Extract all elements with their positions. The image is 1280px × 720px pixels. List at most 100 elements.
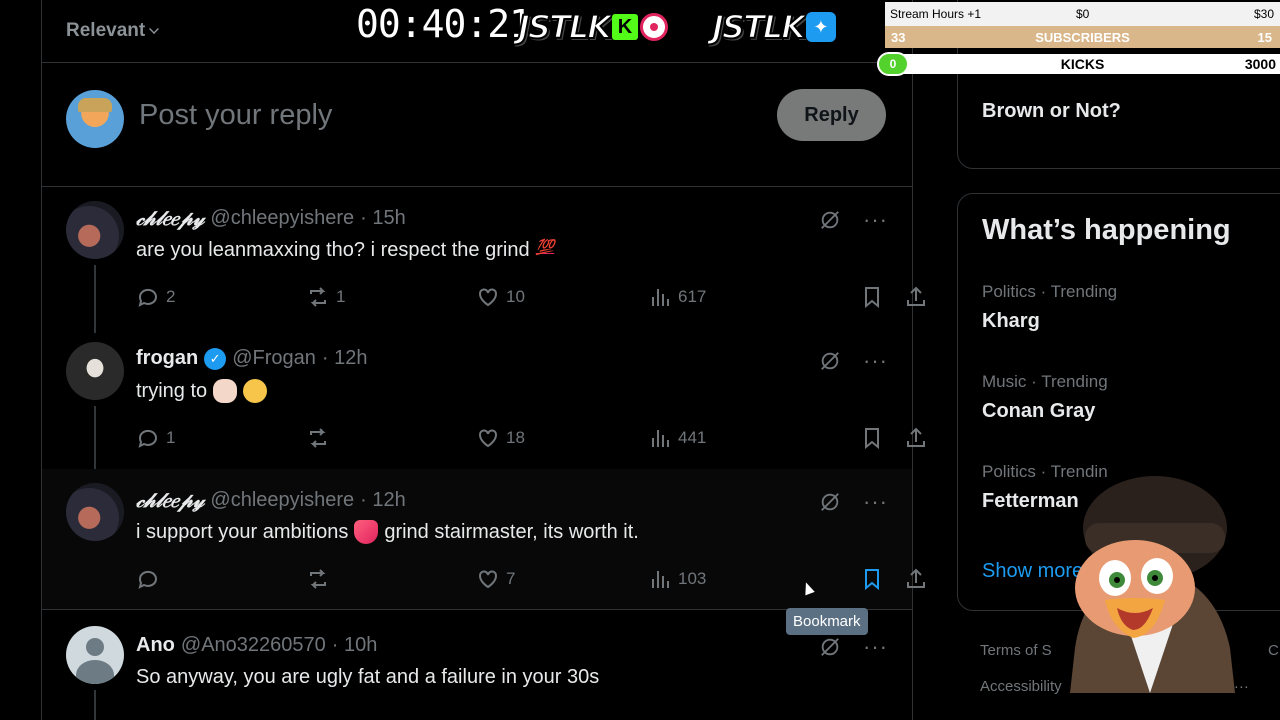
more-options-icon[interactable]: ···: [863, 636, 888, 658]
more-options-icon[interactable]: ···: [863, 209, 888, 231]
bookmark-icon: [865, 569, 879, 591]
tweet-header: 𝒸𝒽𝓁𝑒𝑒𝓅𝓎 @chleepyishere · 15h: [136, 206, 406, 230]
tweet[interactable]: frogan ✓ @Frogan · 12h trying to ··· 1 1…: [42, 328, 925, 472]
jstlk-twitter-logo: JSTLK ✦: [711, 7, 836, 47]
trend-category: Music · Trending: [982, 372, 1108, 391]
subscribers-goal: 15: [1257, 29, 1272, 45]
analytics-icon: [652, 289, 669, 306]
timestamp[interactable]: · 15h: [360, 207, 406, 230]
grok-icon[interactable]: [819, 350, 841, 372]
tweet-top-icons: ···: [819, 209, 888, 231]
tweet-text-content: i support your ambitions: [136, 520, 349, 543]
trend-topic: Conan Gray: [982, 400, 1096, 422]
logo-text: JSTLK: [517, 7, 613, 47]
kicks-label: KICKS: [1060, 56, 1105, 72]
reply-input[interactable]: Post your reply: [139, 99, 332, 132]
grok-icon[interactable]: [819, 209, 841, 231]
trend-item-brown-or-not[interactable]: Brown or Not?: [982, 100, 1121, 123]
share-icon: [907, 286, 925, 306]
view-count: 617: [678, 287, 707, 306]
bookmark-icon: [865, 287, 879, 309]
record-icon: [639, 13, 668, 41]
tweet-text-content-2: grind stairmaster, its worth it.: [384, 520, 639, 543]
repost-icon: [310, 287, 326, 307]
stream-timer: 00:40:21: [356, 2, 532, 46]
views-action[interactable]: 441: [648, 426, 706, 450]
author-name[interactable]: 𝒸𝒽𝓁𝑒𝑒𝓅𝓎: [136, 206, 204, 230]
author-handle[interactable]: @Ano32260570: [181, 634, 326, 657]
share-action[interactable]: [904, 285, 928, 309]
tweet-actions: 2 1 10 617: [136, 285, 925, 309]
timestamp[interactable]: · 12h: [360, 489, 406, 512]
logo-text: JSTLK: [711, 7, 807, 47]
footer-link-cookie[interactable]: C: [1268, 642, 1279, 659]
reply-action[interactable]: 2: [136, 285, 175, 309]
like-count: 18: [506, 428, 525, 447]
author-handle[interactable]: @Frogan: [232, 347, 316, 370]
author-name[interactable]: 𝒸𝒽𝓁𝑒𝑒𝓅𝓎: [136, 488, 204, 512]
more-options-icon[interactable]: ···: [863, 491, 888, 513]
share-icon: [907, 427, 925, 447]
thread-line: [94, 265, 96, 333]
money-goal: $30: [1253, 7, 1274, 21]
trend-category: Politics · Trending: [982, 282, 1118, 301]
sort-dropdown[interactable]: Relevant: [66, 20, 160, 42]
tweet-top-icons: ···: [819, 491, 888, 513]
repost-icon: [310, 569, 326, 589]
reply-action[interactable]: [136, 567, 166, 591]
like-action[interactable]: 18: [476, 426, 525, 450]
author-name[interactable]: frogan: [136, 347, 198, 370]
tweet[interactable]: 𝒸𝒽𝓁𝑒𝑒𝓅𝓎 @chleepyishere · 15h are you lea…: [42, 187, 925, 333]
avatar[interactable]: [66, 342, 124, 400]
kicks-goal: 3000: [1244, 56, 1276, 72]
timestamp[interactable]: · 12h: [322, 347, 368, 370]
tweet-text-content: trying to: [136, 379, 208, 402]
author-handle[interactable]: @chleepyishere: [210, 207, 354, 230]
footer-link-terms[interactable]: Terms of S: [980, 642, 1052, 659]
reply-action[interactable]: 1: [136, 426, 175, 450]
kick-icon: K: [611, 14, 638, 40]
kicks-row: KICKS 3000: [885, 54, 1280, 74]
tweet[interactable]: 𝒸𝒽𝓁𝑒𝑒𝓅𝓎 @chleepyishere · 12h i support y…: [42, 469, 925, 610]
reply-count: 2: [166, 287, 176, 306]
avatar[interactable]: [66, 626, 124, 684]
subscribers-label: SUBSCRIBERS: [1035, 29, 1130, 45]
repost-action[interactable]: [306, 567, 336, 591]
bookmark-action[interactable]: [860, 567, 884, 591]
grok-icon[interactable]: [819, 491, 841, 513]
repost-action[interactable]: [306, 426, 336, 450]
subscribers-count: 33: [891, 29, 906, 45]
bookmark-icon: [865, 428, 879, 450]
views-action[interactable]: 103: [648, 567, 706, 591]
grok-icon[interactable]: [819, 636, 841, 658]
share-icon: [907, 568, 925, 588]
heart-icon: [479, 429, 497, 448]
avatar[interactable]: [66, 201, 124, 259]
repost-action[interactable]: 1: [306, 285, 345, 309]
kicks-count-badge: 0: [877, 52, 909, 76]
tweet[interactable]: Ano @Ano32260570 · 10h So anyway, you ar…: [42, 612, 912, 720]
bookmark-action[interactable]: [860, 426, 884, 450]
timestamp[interactable]: · 10h: [332, 634, 378, 657]
more-options-icon[interactable]: ···: [863, 350, 888, 372]
share-action[interactable]: [904, 426, 928, 450]
raised-fist-emoji-icon: [213, 379, 238, 403]
bookmark-action[interactable]: [860, 285, 884, 309]
money-current: $0: [1076, 7, 1090, 21]
like-action[interactable]: 7: [476, 567, 515, 591]
author-name[interactable]: Ano: [136, 634, 175, 657]
like-action[interactable]: 10: [476, 285, 525, 309]
reply-button[interactable]: Reply: [777, 89, 886, 141]
trend-item[interactable]: Politics · Trending Kharg: [982, 282, 1117, 333]
tweet-text: So anyway, you are ugly fat and a failur…: [136, 666, 599, 689]
views-action[interactable]: 617: [648, 285, 706, 309]
share-action[interactable]: [904, 567, 928, 591]
author-handle[interactable]: @chleepyishere: [210, 489, 354, 512]
repost-count: 1: [336, 287, 346, 306]
avatar: [66, 90, 124, 148]
mascot-bird-icon: [1070, 476, 1235, 693]
view-count: 103: [678, 569, 707, 588]
bookmark-tooltip: Bookmark: [786, 608, 868, 635]
avatar[interactable]: [66, 483, 124, 541]
trend-item[interactable]: Music · Trending Conan Gray: [982, 372, 1108, 423]
